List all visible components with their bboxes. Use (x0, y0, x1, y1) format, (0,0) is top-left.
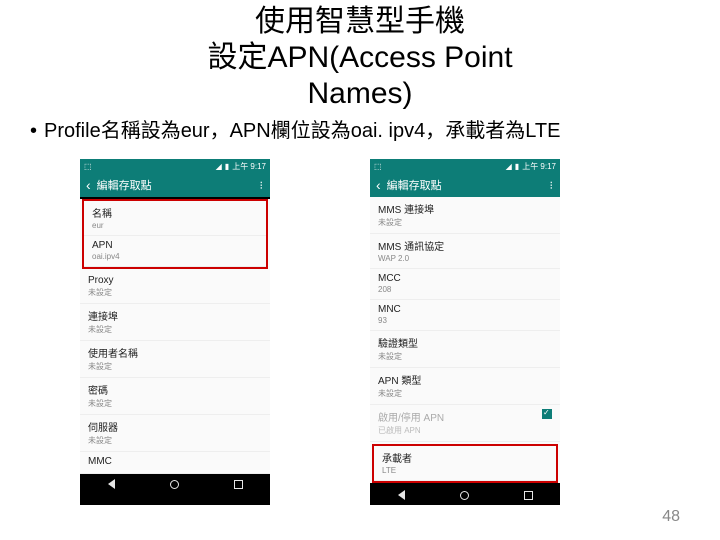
row-auth[interactable]: 驗證類型未設定 (370, 331, 560, 368)
status-bar: ⬚ ◢▮上午 9:17 (370, 159, 560, 173)
row-mnc[interactable]: MNC93 (370, 300, 560, 331)
app-bar: ‹ 編輯存取點 ⁝ (370, 173, 560, 197)
nav-back-icon[interactable] (398, 490, 405, 500)
slide-title: 使用智慧型手機 設定APN(Access Point Names) (0, 0, 720, 112)
row-server[interactable]: 伺服器未設定 (80, 415, 270, 452)
row-mmc[interactable]: MMC (80, 452, 270, 474)
highlight-box-right: 承載者LTE (372, 444, 558, 483)
android-navbar (80, 474, 270, 494)
bullet-text: •Profile名稱設為eur，APN欄位設為oai. ipv4，承載者為LTE (0, 112, 720, 145)
appbar-title: 編輯存取點 (97, 177, 152, 193)
screenshot-left: ⬚ ◢▮上午 9:17 ‹ 編輯存取點 ⁝ 名稱eur APNoai.ipv4 … (80, 159, 270, 505)
app-bar: ‹ 編輯存取點 ⁝ (80, 173, 270, 197)
back-icon[interactable]: ‹ (376, 178, 381, 192)
row-apn-type[interactable]: APN 類型未設定 (370, 368, 560, 405)
page-number: 48 (662, 508, 680, 526)
appbar-title: 編輯存取點 (387, 177, 442, 193)
row-bearer[interactable]: 承載者LTE (374, 446, 556, 481)
android-navbar (370, 485, 560, 505)
row-mms-protocol[interactable]: MMS 通訊協定WAP 2.0 (370, 234, 560, 269)
nav-recent-icon[interactable] (234, 480, 243, 489)
row-username[interactable]: 使用者名稱未設定 (80, 341, 270, 378)
row-apn[interactable]: APNoai.ipv4 (84, 236, 266, 267)
back-icon[interactable]: ‹ (86, 178, 91, 192)
row-name[interactable]: 名稱eur (84, 201, 266, 236)
status-left-icon: ⬚ (374, 162, 382, 171)
nav-back-icon[interactable] (108, 479, 115, 489)
more-icon[interactable]: ⁝ (260, 179, 265, 192)
screenshot-right: ⬚ ◢▮上午 9:17 ‹ 編輯存取點 ⁝ MMS 連接埠未設定 MMS 通訊協… (370, 159, 560, 505)
nav-home-icon[interactable] (460, 491, 469, 500)
row-enable-apn[interactable]: 啟用/停用 APN已啟用 APN (370, 405, 560, 442)
row-mcc[interactable]: MCC208 (370, 269, 560, 300)
highlight-box-left: 名稱eur APNoai.ipv4 (82, 199, 268, 269)
nav-home-icon[interactable] (170, 480, 179, 489)
status-bar: ⬚ ◢▮上午 9:17 (80, 159, 270, 173)
nav-recent-icon[interactable] (524, 491, 533, 500)
checkbox-icon[interactable] (542, 409, 552, 419)
row-mms-port[interactable]: MMS 連接埠未設定 (370, 197, 560, 234)
row-proxy[interactable]: Proxy未設定 (80, 271, 270, 304)
status-left-icon: ⬚ (84, 162, 92, 171)
row-password[interactable]: 密碼未設定 (80, 378, 270, 415)
row-port[interactable]: 連接埠未設定 (80, 304, 270, 341)
more-icon[interactable]: ⁝ (550, 179, 555, 192)
